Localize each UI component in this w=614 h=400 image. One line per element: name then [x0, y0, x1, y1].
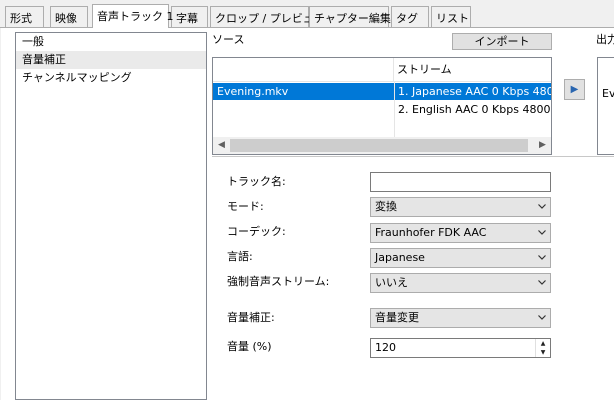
language-label: 言語:	[227, 250, 253, 263]
tab-label: チャプター編集	[314, 12, 391, 25]
volume-adjust-select[interactable]: 音量変更	[370, 308, 551, 328]
output-file-cell[interactable]: Eve	[600, 85, 614, 102]
tab-label: 字幕	[176, 12, 198, 25]
codec-select[interactable]: Fraunhofer FDK AAC	[370, 223, 551, 243]
tab-chapter-edit[interactable]: チャプター編集	[309, 6, 391, 27]
tab-label: 形式	[10, 12, 32, 25]
chevron-down-icon	[538, 204, 546, 209]
tab-crop-preview[interactable]: クロップ / プレビュー	[210, 6, 325, 27]
mode-select[interactable]: 変換	[370, 197, 551, 217]
volume-adjust-label: 音量補正:	[227, 311, 275, 324]
spin-buttons: ▲ ▼	[535, 339, 550, 357]
chevron-down-icon	[538, 280, 546, 285]
forced-stream-select[interactable]: いいえ	[370, 273, 551, 293]
move-to-output-button[interactable]: ▶	[564, 79, 585, 100]
source-stream-grid[interactable]: ストリーム Evening.mkv 1. Japanese AAC 0 Kbps…	[212, 57, 552, 155]
volume-spinbox[interactable]: 120 ▲ ▼	[370, 338, 551, 358]
stream-cell-1[interactable]: 1. Japanese AAC 0 Kbps 48000	[394, 83, 551, 100]
tab-format[interactable]: 形式	[5, 6, 44, 27]
scroll-right-icon[interactable]: ▶	[534, 137, 551, 154]
language-select[interactable]: Japanese	[370, 248, 551, 268]
triangle-down-icon[interactable]: ▼	[536, 348, 550, 357]
chevron-down-icon	[538, 255, 546, 260]
tab-list[interactable]: リスト	[431, 6, 471, 27]
tab-subtitles[interactable]: 字幕	[171, 6, 208, 27]
splitter[interactable]	[212, 156, 614, 157]
output-label: 出力	[596, 33, 614, 46]
forced-stream-label: 強制音声ストリーム:	[227, 275, 330, 288]
column-header-file	[213, 58, 394, 82]
track-name-label: トラック名:	[227, 175, 286, 188]
list-item-channel-mapping[interactable]: チャンネルマッピング	[16, 69, 206, 87]
horizontal-scrollbar[interactable]: ◀ ▶	[213, 137, 551, 154]
category-list[interactable]: 一般 音量補正 チャンネルマッピング	[15, 32, 207, 400]
triangle-up-icon[interactable]: ▲	[536, 339, 550, 348]
import-button[interactable]: インポート	[452, 33, 552, 50]
stream-cell-2[interactable]: 2. English AAC 0 Kbps 48000 H	[394, 101, 551, 118]
file-cell[interactable]: Evening.mkv	[213, 83, 394, 100]
list-item-volume-adjust[interactable]: 音量補正	[16, 51, 206, 69]
volume-value[interactable]: 120	[375, 341, 396, 354]
tab-label: リスト	[436, 12, 469, 25]
volume-adjust-value: 音量変更	[375, 311, 419, 324]
chevron-down-icon	[538, 315, 546, 320]
tab-video[interactable]: 映像	[50, 6, 88, 27]
list-item-general[interactable]: 一般	[16, 33, 206, 51]
tab-bar: 形式 映像 音声トラック 1 字幕 クロップ / プレビュー チャプター編集 タ…	[0, 0, 614, 28]
codec-value: Fraunhofer FDK AAC	[375, 226, 487, 239]
scroll-left-icon[interactable]: ◀	[213, 137, 230, 154]
mode-label: モード:	[227, 200, 264, 213]
output-stream-grid[interactable]: Eve	[597, 57, 614, 155]
tab-audio-track-1[interactable]: 音声トラック 1	[92, 4, 174, 28]
forced-stream-value: いいえ	[375, 276, 408, 289]
tab-tags[interactable]: タグ	[391, 6, 429, 27]
codec-label: コーデック:	[227, 225, 286, 238]
tab-label: 音声トラック 1	[97, 10, 174, 23]
tab-label: タグ	[396, 12, 418, 25]
column-header-stream: ストリーム	[394, 58, 551, 82]
column-divider	[394, 82, 395, 138]
chevron-down-icon	[538, 230, 546, 235]
volume-label: 音量 (%)	[227, 340, 272, 353]
tab-label: 映像	[55, 12, 77, 25]
scrollbar-thumb[interactable]	[230, 139, 528, 152]
language-value: Japanese	[375, 251, 425, 264]
track-name-input[interactable]	[370, 172, 551, 192]
source-label: ソース	[212, 33, 245, 46]
mode-value: 変換	[375, 200, 397, 213]
triangle-right-icon: ▶	[570, 84, 579, 95]
